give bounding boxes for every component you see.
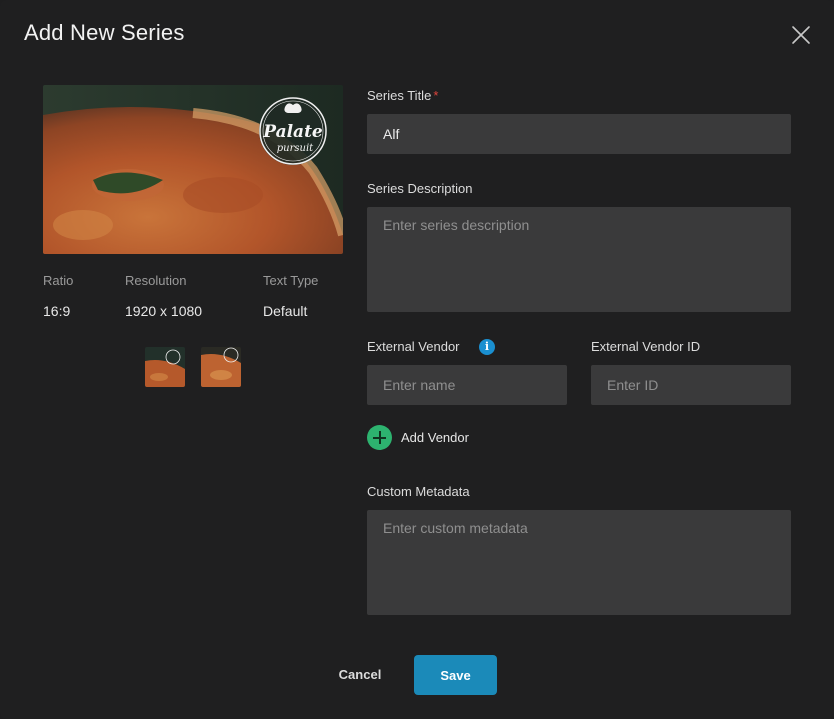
logo-subtext: pursuit bbox=[277, 143, 314, 154]
text-type-value: Default bbox=[263, 303, 308, 319]
dialog-title: Add New Series bbox=[24, 20, 185, 45]
text-type-label: Text Type bbox=[263, 273, 319, 288]
ratio-value: 16:9 bbox=[43, 303, 71, 319]
info-icon[interactable]: i bbox=[479, 339, 495, 355]
close-icon[interactable] bbox=[790, 24, 812, 46]
external-vendor-name-input[interactable] bbox=[367, 365, 567, 405]
add-series-dialog: Add New Series Palate pursuit Ratio Reso… bbox=[0, 0, 834, 719]
resolution-label: Resolution bbox=[125, 273, 187, 288]
series-title-label: Series Title * bbox=[367, 88, 438, 103]
external-vendor-id-label: External Vendor ID bbox=[591, 339, 701, 354]
required-marker: * bbox=[433, 88, 439, 103]
series-title-label-text: Series Title bbox=[367, 88, 432, 103]
artwork-thumbnail[interactable] bbox=[201, 347, 241, 387]
artwork-thumbnail[interactable] bbox=[145, 347, 185, 387]
plus-icon bbox=[367, 425, 392, 450]
logo-text: Palate bbox=[262, 122, 323, 142]
series-description-label: Series Description bbox=[367, 181, 473, 196]
add-vendor-button[interactable]: Add Vendor bbox=[367, 425, 469, 450]
custom-metadata-label: Custom Metadata bbox=[367, 484, 470, 499]
external-vendor-id-input[interactable] bbox=[591, 365, 791, 405]
resolution-value: 1920 x 1080 bbox=[125, 303, 203, 319]
external-vendor-label: External Vendor bbox=[367, 339, 460, 354]
ratio-label: Ratio bbox=[43, 273, 74, 288]
custom-metadata-input[interactable] bbox=[367, 510, 791, 615]
series-artwork-preview: Palate pursuit bbox=[43, 85, 343, 254]
add-vendor-label: Add Vendor bbox=[401, 430, 469, 445]
series-description-input[interactable] bbox=[367, 207, 791, 312]
series-title-input[interactable] bbox=[367, 114, 791, 154]
cancel-button[interactable]: Cancel bbox=[322, 655, 398, 694]
save-button[interactable]: Save bbox=[414, 655, 497, 695]
